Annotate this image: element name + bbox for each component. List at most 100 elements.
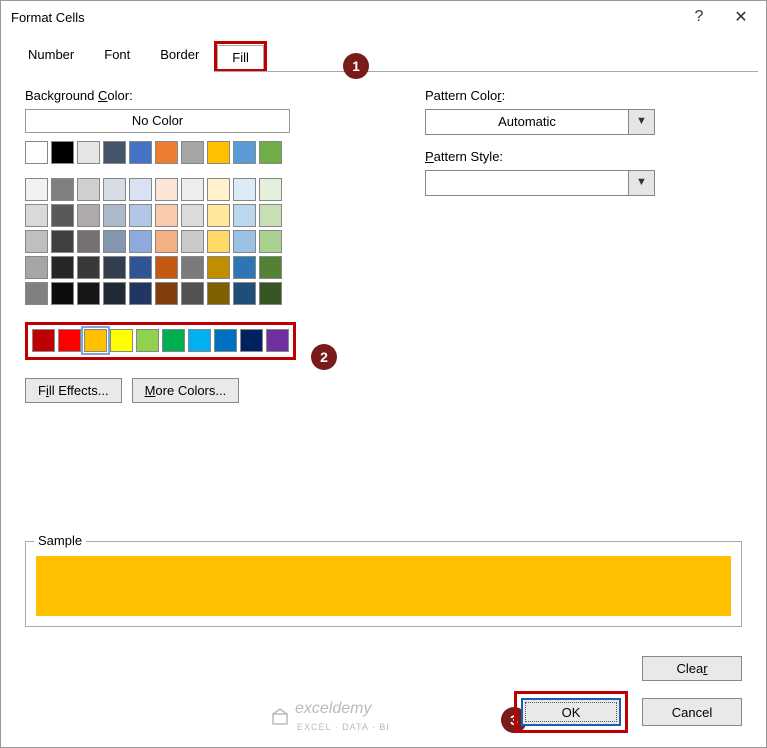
close-button[interactable]: ✕: [720, 7, 762, 27]
color-swatch[interactable]: [259, 204, 282, 227]
color-swatch[interactable]: [84, 329, 107, 352]
tab-fill[interactable]: Fill: [217, 45, 264, 69]
pattern-color-select[interactable]: Automatic ▼: [425, 109, 655, 135]
color-swatch[interactable]: [110, 329, 133, 352]
color-swatch[interactable]: [58, 329, 81, 352]
color-swatch[interactable]: [155, 178, 178, 201]
color-swatch[interactable]: [240, 329, 263, 352]
color-swatch[interactable]: [25, 282, 48, 305]
no-color-button[interactable]: No Color: [25, 109, 290, 133]
color-swatch[interactable]: [259, 141, 282, 164]
color-swatch[interactable]: [129, 204, 152, 227]
tab-number[interactable]: Number: [13, 42, 89, 72]
color-swatch[interactable]: [207, 230, 230, 253]
tab-border[interactable]: Border: [145, 42, 214, 72]
color-swatch[interactable]: [103, 282, 126, 305]
fill-effects-button[interactable]: Fill Effects...: [25, 378, 122, 403]
watermark: exceldemy EXCEL · DATA · BI: [271, 700, 390, 733]
theme-row: [25, 230, 365, 253]
color-swatch[interactable]: [103, 141, 126, 164]
color-swatch[interactable]: [233, 204, 256, 227]
color-swatch[interactable]: [77, 141, 100, 164]
color-swatch[interactable]: [233, 178, 256, 201]
color-swatch[interactable]: [129, 230, 152, 253]
color-swatch[interactable]: [233, 282, 256, 305]
color-swatch[interactable]: [77, 230, 100, 253]
color-swatch[interactable]: [77, 178, 100, 201]
color-swatch[interactable]: [162, 329, 185, 352]
color-swatch[interactable]: [259, 282, 282, 305]
color-swatch[interactable]: [25, 230, 48, 253]
theme-main-row: [25, 141, 365, 164]
color-swatch[interactable]: [32, 329, 55, 352]
color-swatch[interactable]: [155, 282, 178, 305]
tab-font[interactable]: Font: [89, 42, 145, 72]
color-swatch[interactable]: [129, 256, 152, 279]
color-swatch[interactable]: [51, 178, 74, 201]
tab-strip: Number Font Border Fill: [13, 41, 758, 72]
color-swatch[interactable]: [233, 141, 256, 164]
color-swatch[interactable]: [181, 256, 204, 279]
pattern-style-select[interactable]: ▼: [425, 170, 655, 196]
pattern-style-label: Pattern Style:: [425, 149, 742, 164]
color-swatch[interactable]: [181, 141, 204, 164]
color-swatch[interactable]: [25, 178, 48, 201]
color-swatch[interactable]: [129, 141, 152, 164]
color-swatch[interactable]: [181, 282, 204, 305]
color-swatch[interactable]: [188, 329, 211, 352]
background-color-label: Background Color:: [25, 88, 365, 103]
annotation-box-3: OK: [514, 691, 628, 733]
color-swatch[interactable]: [77, 256, 100, 279]
color-swatch[interactable]: [181, 204, 204, 227]
color-swatch[interactable]: [103, 178, 126, 201]
color-swatch[interactable]: [207, 178, 230, 201]
theme-shades-grid: [25, 178, 365, 305]
color-swatch[interactable]: [77, 204, 100, 227]
color-swatch[interactable]: [181, 178, 204, 201]
color-swatch[interactable]: [155, 204, 178, 227]
color-swatch[interactable]: [136, 329, 159, 352]
color-swatch[interactable]: [103, 204, 126, 227]
color-swatch[interactable]: [207, 256, 230, 279]
color-swatch[interactable]: [25, 256, 48, 279]
color-swatch[interactable]: [25, 141, 48, 164]
color-swatch[interactable]: [207, 141, 230, 164]
color-swatch[interactable]: [51, 204, 74, 227]
cancel-button[interactable]: Cancel: [642, 698, 742, 726]
color-swatch[interactable]: [155, 230, 178, 253]
color-swatch[interactable]: [233, 230, 256, 253]
color-swatch[interactable]: [155, 256, 178, 279]
pattern-section: Pattern Color: Automatic ▼ Pattern Style…: [425, 88, 742, 403]
pattern-color-value: Automatic: [425, 109, 629, 135]
ok-button[interactable]: OK: [521, 698, 621, 726]
color-swatch[interactable]: [129, 282, 152, 305]
color-swatch[interactable]: [214, 329, 237, 352]
color-swatch[interactable]: [51, 282, 74, 305]
color-swatch[interactable]: [259, 230, 282, 253]
color-swatch[interactable]: [103, 230, 126, 253]
chevron-down-icon: ▼: [629, 109, 655, 135]
color-swatch[interactable]: [233, 256, 256, 279]
theme-row: [25, 178, 365, 201]
color-swatch[interactable]: [77, 282, 100, 305]
color-swatch[interactable]: [25, 204, 48, 227]
color-swatch[interactable]: [259, 256, 282, 279]
color-swatch[interactable]: [51, 256, 74, 279]
theme-row: [25, 256, 365, 279]
color-swatch[interactable]: [207, 282, 230, 305]
color-swatch[interactable]: [266, 329, 289, 352]
color-swatch[interactable]: [51, 230, 74, 253]
color-swatch[interactable]: [51, 141, 74, 164]
color-swatch[interactable]: [129, 178, 152, 201]
more-colors-button[interactable]: More Colors...: [132, 378, 240, 403]
fill-tab-content: Background Color: No Color Fill Effects.…: [1, 72, 766, 413]
color-swatch[interactable]: [155, 141, 178, 164]
color-swatch[interactable]: [207, 204, 230, 227]
color-swatch[interactable]: [181, 230, 204, 253]
sample-preview: [36, 556, 731, 616]
color-swatch[interactable]: [259, 178, 282, 201]
color-swatch[interactable]: [103, 256, 126, 279]
sample-label: Sample: [34, 533, 86, 548]
help-button[interactable]: ?: [678, 8, 720, 26]
clear-button[interactable]: Clear: [642, 656, 742, 681]
